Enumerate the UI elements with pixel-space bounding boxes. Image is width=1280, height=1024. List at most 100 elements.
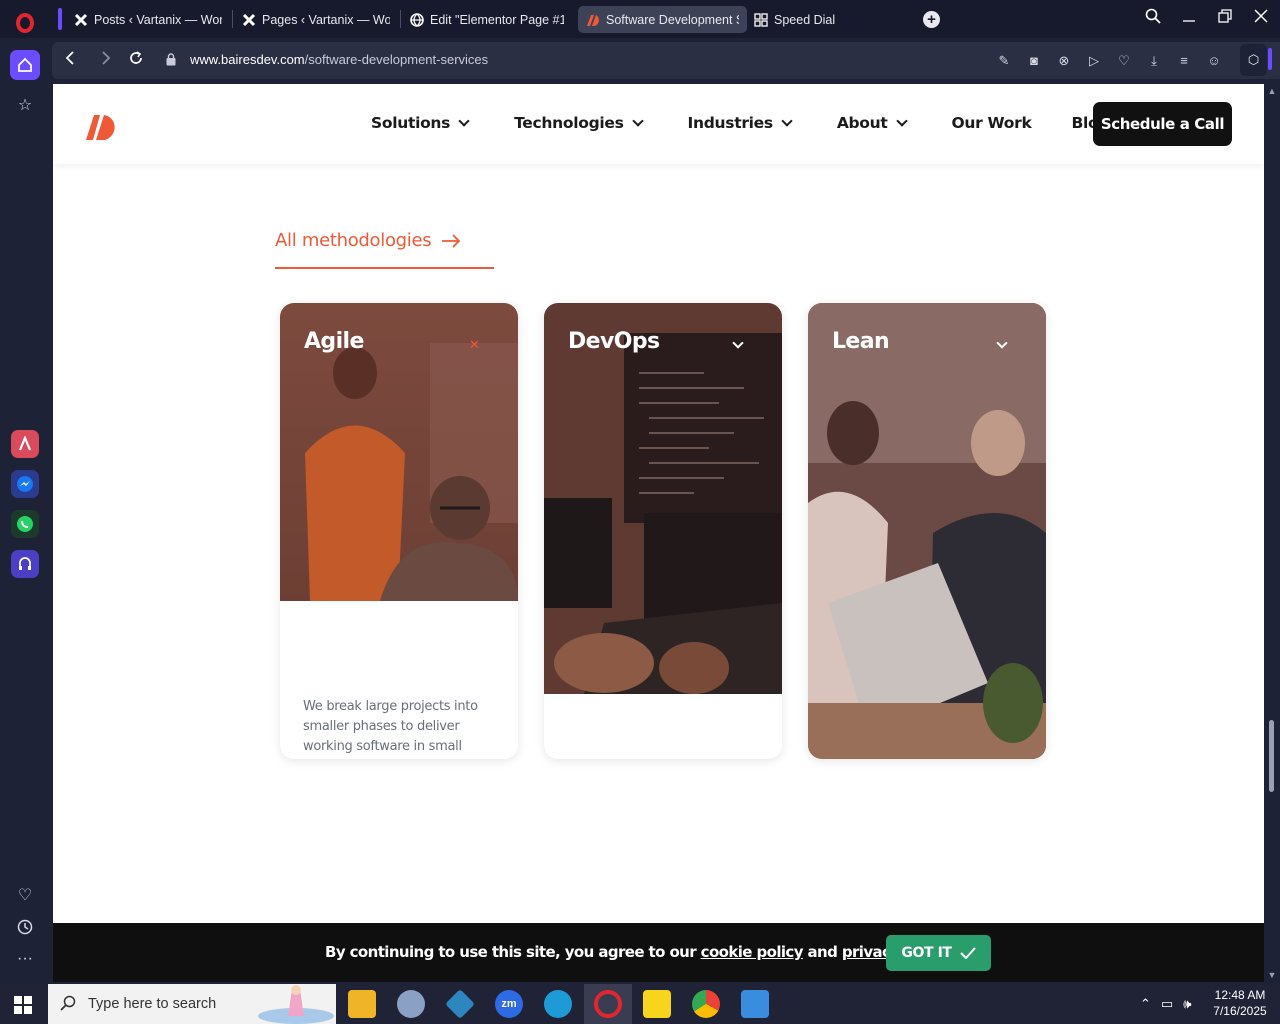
volume-icon[interactable]: 🕪 xyxy=(1183,996,1191,1012)
new-tab-button[interactable]: + xyxy=(923,11,940,28)
opera-sidebar: ☆ ♡ ··· xyxy=(0,38,50,982)
download-icon[interactable]: ⤓ xyxy=(1144,51,1164,71)
lock-icon xyxy=(166,53,176,66)
opera-menu-button[interactable] xyxy=(6,8,44,38)
methodology-card-devops[interactable]: DevOps xyxy=(544,303,782,759)
chevron-down-icon xyxy=(781,114,793,127)
tab-speed-dial[interactable]: Speed Dial xyxy=(746,6,896,33)
scroll-up-icon[interactable]: ▲ xyxy=(1267,86,1277,96)
photos-icon[interactable] xyxy=(741,990,769,1018)
system-clock[interactable]: 12:48 AM 7/16/2025 xyxy=(1208,987,1272,1019)
close-icon[interactable]: ✕ xyxy=(469,338,480,351)
music-player-icon[interactable] xyxy=(11,550,39,578)
nav-about[interactable]: About xyxy=(836,114,908,132)
chevron-up-icon[interactable]: ⌃ xyxy=(1140,996,1151,1012)
favorites-heart-icon[interactable]: ♡ xyxy=(10,880,40,910)
bairesdev-icon xyxy=(586,13,600,27)
close-window-button[interactable] xyxy=(1249,8,1273,30)
more-options-icon[interactable]: ··· xyxy=(10,944,40,974)
ad-blocker-icon[interactable]: ⊗ xyxy=(1054,51,1074,71)
taskbar-search[interactable]: Type here to search xyxy=(48,984,336,1024)
wordpress-x-icon xyxy=(242,13,256,27)
tab-software-development[interactable]: Software Development Services xyxy=(578,6,747,33)
tab-group-indicator xyxy=(58,8,62,30)
system-tray: ⌃ ▭ 🕪 xyxy=(1140,996,1191,1012)
restore-button[interactable] xyxy=(1213,8,1237,30)
history-icon[interactable] xyxy=(10,912,40,942)
extensions-icon[interactable]: ⬡ xyxy=(1240,44,1267,76)
card-title: DevOps xyxy=(568,329,660,354)
chrome-icon[interactable] xyxy=(692,990,720,1018)
scrollbar-thumb[interactable] xyxy=(1269,720,1274,792)
methodology-card-agile[interactable]: Agile ✕ We break large projects into sma… xyxy=(280,303,518,759)
got-it-button[interactable]: GOT IT xyxy=(886,935,991,971)
profile-icon[interactable]: ☺ xyxy=(1204,51,1224,71)
web-page: Solutions Technologies Industries About … xyxy=(53,84,1264,982)
devops-laptops-photo xyxy=(544,303,782,694)
nav-technologies[interactable]: Technologies xyxy=(514,114,644,132)
schedule-call-button[interactable]: Schedule a Call xyxy=(1093,102,1232,146)
camera-icon[interactable]: ◙ xyxy=(1024,51,1044,71)
page-scrollbar[interactable]: ▲ ▼ xyxy=(1264,84,1280,982)
home-icon[interactable] xyxy=(10,50,40,80)
got-it-label: GOT IT xyxy=(901,945,952,961)
cookie-policy-link[interactable]: cookie policy xyxy=(701,943,804,961)
windows-start-icon[interactable] xyxy=(14,996,32,1014)
url-domain: www.bairesdev.com xyxy=(190,52,305,67)
opera-logo-icon xyxy=(16,13,34,33)
nav-our-work[interactable]: Our Work xyxy=(952,114,1032,132)
site-header: Solutions Technologies Industries About … xyxy=(53,84,1264,164)
edge-icon[interactable] xyxy=(544,990,572,1018)
tab-pages[interactable]: Pages ‹ Vartanix — WordPress xyxy=(234,6,398,33)
chevron-down-icon xyxy=(895,114,908,127)
all-methodologies-link[interactable]: All methodologies xyxy=(275,230,461,251)
tab-posts[interactable]: Posts ‹ Vartanix — WordPress xyxy=(66,6,230,33)
all-methodologies-underline xyxy=(275,267,494,269)
whatsapp-icon[interactable] xyxy=(11,510,39,538)
file-explorer-icon[interactable] xyxy=(348,990,376,1018)
tab-separator xyxy=(400,10,401,28)
nav-label: Industries xyxy=(687,114,774,132)
cookie-message: By continuing to use this site, you agre… xyxy=(325,943,955,961)
dev-tool-icon[interactable] xyxy=(445,989,475,1019)
forward-button[interactable] xyxy=(95,50,117,72)
globe-icon xyxy=(410,12,424,27)
nav-solutions[interactable]: Solutions xyxy=(371,114,470,132)
opera-taskbar-icon[interactable] xyxy=(594,990,622,1018)
reload-button[interactable] xyxy=(125,50,147,72)
tab-separator xyxy=(232,10,233,28)
easy-setup-icon[interactable]: ≡ xyxy=(1174,51,1194,71)
address-bar: www.bairesdev.com/software-development-s… xyxy=(52,42,1280,79)
network-icon[interactable]: ▭ xyxy=(1161,996,1173,1012)
snipping-app-icon[interactable] xyxy=(397,990,425,1018)
url-field[interactable]: www.bairesdev.com/software-development-s… xyxy=(190,52,488,67)
nav-label: Solutions xyxy=(371,114,451,132)
aria-icon[interactable] xyxy=(11,430,39,458)
edit-page-icon[interactable]: ✎ xyxy=(994,51,1014,71)
zoom-icon[interactable]: zm xyxy=(495,990,523,1018)
scroll-down-icon[interactable]: ▼ xyxy=(1267,970,1277,980)
lean-team-photo xyxy=(808,303,1046,759)
main-navigation: Solutions Technologies Industries About … xyxy=(371,114,1109,132)
back-button[interactable] xyxy=(59,50,81,72)
methodology-card-lean[interactable]: Lean xyxy=(808,303,1046,759)
arrow-right-icon xyxy=(442,233,461,248)
bookmarks-icon[interactable]: ☆ xyxy=(10,90,40,120)
send-icon[interactable]: ▷ xyxy=(1084,51,1104,71)
grid-icon xyxy=(754,12,768,27)
tab-elementor[interactable]: Edit "Elementor Page #1001" xyxy=(402,6,572,33)
tab-title: Posts ‹ Vartanix — WordPress xyxy=(94,12,222,27)
search-icon xyxy=(60,995,76,1011)
heart-icon[interactable]: ♡ xyxy=(1114,51,1134,71)
bairesdev-logo[interactable] xyxy=(85,113,119,141)
nav-industries[interactable]: Industries xyxy=(687,114,793,132)
minimize-button[interactable] xyxy=(1177,8,1201,30)
nav-label: About xyxy=(836,114,888,132)
sticky-notes-icon[interactable] xyxy=(643,990,671,1018)
messenger-icon[interactable] xyxy=(11,470,39,498)
cookie-banner: By continuing to use this site, you agre… xyxy=(53,923,1264,982)
clock-time: 12:48 AM xyxy=(1214,988,1266,1002)
tab-title: Speed Dial xyxy=(774,12,836,27)
tab-search-icon[interactable] xyxy=(1141,8,1165,30)
extensions-accent xyxy=(1268,48,1272,70)
